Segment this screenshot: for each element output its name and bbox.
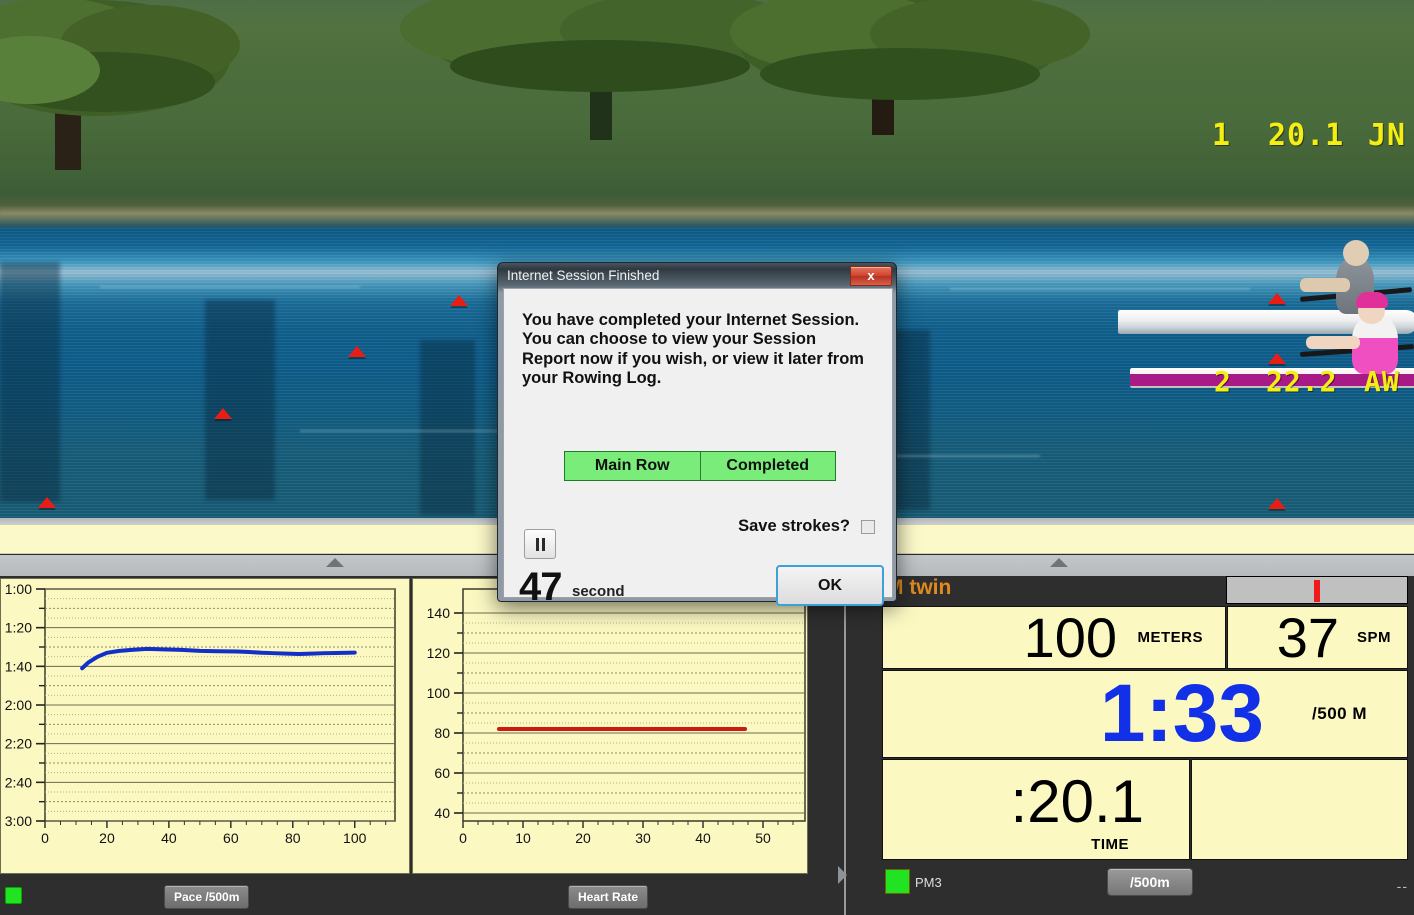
connection-led-icon [5,887,22,904]
lane-buoy [38,497,56,508]
svg-text:60: 60 [434,765,450,781]
lane-buoy [1268,498,1286,509]
lane-buoy [214,408,232,419]
racer-1-place: 1 [1212,118,1232,153]
splitter-handle-left-icon[interactable] [326,558,344,567]
heart-rate-chart[interactable]: 40 60 80 100 120 140 0 10 20 30 40 50 [412,578,808,874]
pace-chart-canvas: 1:00 1:20 1:40 2:00 2:20 2:40 3:00 0 20 40 60 80 100 [5,581,396,846]
countdown-value: 47 [519,565,562,609]
svg-text:10: 10 [515,830,531,846]
session-state-cell: Completed [699,452,835,480]
water-reflection [205,300,275,500]
pm-time-unit: TIME [1091,836,1129,853]
far-shoreline [0,206,1414,228]
dialog-body: You have completed your Internet Session… [503,288,893,609]
lane-buoy [450,295,468,306]
ok-button[interactable]: OK [776,565,884,606]
internet-session-finished-dialog[interactable]: Internet Session Finished x You have com… [497,262,897,609]
svg-text:0: 0 [41,830,49,846]
save-strokes-label: Save strokes? [738,517,850,535]
svg-text:100: 100 [427,685,451,701]
stroke-force-marker [1314,580,1320,602]
heart-rate-chart-canvas: 40 60 80 100 120 140 0 10 20 30 40 50 [427,588,806,846]
svg-text:120: 120 [427,645,451,661]
dialog-message: You have completed your Internet Session… [522,311,864,388]
svg-text:0: 0 [459,830,467,846]
lane-buoy [1268,353,1286,364]
vertical-splitter-handle-icon[interactable] [838,866,847,884]
racer-1-split: 20.1 [1268,118,1345,153]
vertical-splitter[interactable] [838,576,880,915]
pm-units-button[interactable]: /500m [1107,868,1193,896]
splitter-handle-right-icon[interactable] [1050,558,1068,567]
pm-empty-cell[interactable] [1191,759,1408,860]
pace-chart[interactable]: 1:00 1:20 1:40 2:00 2:20 2:40 3:00 0 20 40 60 80 100 [0,578,410,874]
trees-group [0,0,1090,170]
charts-area: 1:00 1:20 1:40 2:00 2:20 2:40 3:00 0 20 40 60 80 100… [0,576,838,915]
pm-pace-value: 1:33 [1099,668,1264,759]
svg-text:20: 20 [575,830,591,846]
svg-text:40: 40 [695,830,711,846]
water-reflection [420,340,475,515]
svg-text:30: 30 [635,830,651,846]
charts-toolbar: Pace /500m Heart Rate [0,876,838,915]
svg-text:3:00: 3:00 [5,813,32,829]
pm-distance-cell[interactable]: 100 METERS [882,606,1226,669]
pm-pace-cell[interactable]: 1:33 /500 M [882,670,1408,758]
svg-text:1:40: 1:40 [5,658,32,674]
svg-text:80: 80 [285,830,301,846]
pm-device-label: PM3 [915,875,942,890]
save-strokes-checkbox[interactable] [861,520,875,534]
pm-stroke-rate-value: 37 [1276,605,1339,669]
countdown-unit: second [572,583,625,600]
pm-time-cell[interactable]: :20.1 TIME [882,759,1190,860]
water-reflection [0,262,60,502]
water-shimmer [100,286,360,288]
racer-1-name: JN [1368,118,1407,153]
pm-right-marker: -- [1396,878,1408,894]
lane-buoy [348,346,366,357]
pm-footer: PM3 /500m -- [880,864,1414,915]
svg-text:1:00: 1:00 [5,581,32,597]
vertical-splitter-bar [844,576,846,915]
svg-text:60: 60 [223,830,239,846]
lane-buoy [1268,293,1286,304]
svg-text:2:00: 2:00 [5,697,32,713]
session-status-row: Main Row Completed [564,451,836,481]
svg-text:40: 40 [434,805,450,821]
pm-distance-unit: METERS [1137,629,1203,646]
dialog-title: Internet Session Finished [507,268,660,283]
pm-stroke-rate-unit: SPM [1356,629,1391,646]
session-name-cell: Main Row [565,452,700,480]
pm-time-value: :20.1 [1010,768,1144,835]
svg-text:50: 50 [755,830,771,846]
svg-text:80: 80 [434,725,450,741]
stroke-force-indicator [1226,576,1408,604]
racer-2-split: 22.2 [1266,365,1338,398]
pause-icon[interactable] [524,529,556,559]
pm-connection-led-icon [885,869,910,894]
svg-text:1:20: 1:20 [5,620,32,636]
racer-2-place: 2 [1214,365,1232,398]
racer-2-name: AW [1364,365,1400,398]
svg-text:2:40: 2:40 [5,774,32,790]
pm-distance-value: 100 [1023,605,1117,669]
svg-text:20: 20 [99,830,115,846]
close-icon[interactable]: x [850,266,892,286]
water-shimmer [950,288,1250,290]
pm-stroke-rate-cell[interactable]: 37 SPM [1227,606,1408,669]
svg-text:100: 100 [343,830,367,846]
svg-text:40: 40 [161,830,177,846]
pm-pace-unit: /500 M [1312,704,1367,723]
heart-rate-units-button[interactable]: Heart Rate [568,885,649,909]
svg-text:140: 140 [427,605,451,621]
performance-monitor-panel: M twin 100 METERS 37 SPM 1:33 /500 M :20… [880,576,1414,915]
pace-units-button[interactable]: Pace /500m [164,885,250,909]
svg-text:2:20: 2:20 [5,736,32,752]
